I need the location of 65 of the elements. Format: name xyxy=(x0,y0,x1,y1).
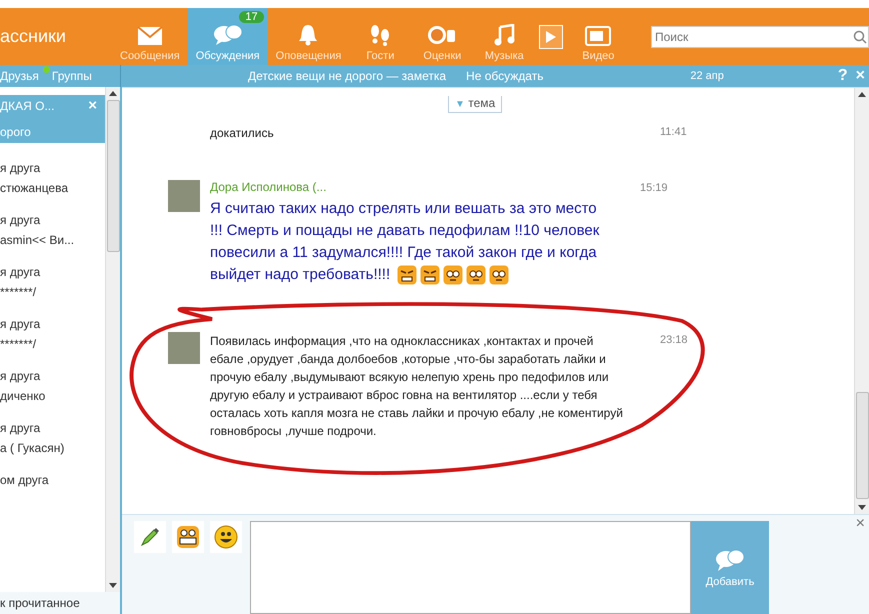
scroll-thumb[interactable] xyxy=(106,100,120,252)
message-time: 11:41 xyxy=(660,126,687,140)
scroll-thumb[interactable] xyxy=(856,392,868,499)
nav-tab[interactable]: Гости xyxy=(349,8,412,65)
music-note-icon xyxy=(493,24,516,46)
play-button[interactable] xyxy=(539,24,564,48)
scroll-up-icon[interactable] xyxy=(858,92,866,97)
conversation-item[interactable]: ДКАЯ О... орого × xyxy=(0,95,105,143)
site-logo[interactable]: ассники xyxy=(0,26,112,47)
conversation-item[interactable]: ом друга xyxy=(0,465,105,517)
rating-icon xyxy=(427,24,458,46)
bell-icon xyxy=(297,24,320,46)
close-button[interactable]: × xyxy=(852,515,869,533)
help-button[interactable]: ? xyxy=(834,67,852,85)
nav-tab[interactable]: Видео xyxy=(567,8,630,65)
conversation-item[interactable]: я друга *******/ xyxy=(0,257,105,309)
close-button[interactable]: × xyxy=(852,67,869,85)
nav-tab[interactable]: Музыка xyxy=(473,8,536,65)
speech-bubbles-icon xyxy=(715,548,745,572)
topic-date: 22 апр xyxy=(690,70,724,82)
grin-emoticon-icon[interactable] xyxy=(172,521,204,553)
conversation-item[interactable]: я друга диченко xyxy=(0,361,105,413)
search-icon[interactable] xyxy=(853,30,867,44)
scrollbar[interactable] xyxy=(854,88,869,514)
count-badge: 17 xyxy=(239,11,264,23)
message-time: 15:19 xyxy=(640,182,668,196)
send-button[interactable]: Добавить xyxy=(691,521,769,614)
groups-link[interactable]: Группы xyxy=(52,69,92,83)
conversation-item[interactable]: я друга asmin<< Ви... xyxy=(0,205,105,257)
friends-link[interactable]: Друзья xyxy=(0,69,39,83)
scrollbar[interactable] xyxy=(105,87,120,592)
search-field[interactable]: Поиск xyxy=(651,26,869,48)
scroll-up-icon[interactable] xyxy=(109,91,117,96)
message-time: 23:18 xyxy=(660,334,688,348)
worried-emoticon-icon xyxy=(443,265,464,286)
conversation-item[interactable]: я друга стюжанцева xyxy=(0,153,105,205)
tv-icon xyxy=(585,26,612,46)
envelope-icon xyxy=(136,26,163,46)
topic-title[interactable]: Детские вещи не дорого — заметка xyxy=(248,69,446,83)
nav-tab[interactable]: Обсуждения 17 xyxy=(188,8,268,65)
mute-link[interactable]: Не обсуждать xyxy=(466,69,544,83)
topic-tab[interactable]: ▼ тема xyxy=(448,96,502,113)
nav-tab[interactable]: Оценки xyxy=(411,8,474,65)
mark-read-link[interactable]: к прочитанное xyxy=(0,592,120,614)
nav-tab[interactable]: Сообщения xyxy=(112,8,188,65)
scroll-down-icon[interactable] xyxy=(109,583,117,588)
smile-emoticon-icon[interactable] xyxy=(210,521,242,553)
pencil-icon[interactable] xyxy=(134,521,166,553)
angry-emoticon-icon xyxy=(420,265,440,286)
nav-tab[interactable]: Оповещения xyxy=(268,8,350,65)
worried-emoticon-icon xyxy=(489,265,510,286)
angry-emoticon-icon xyxy=(397,265,418,286)
scroll-down-icon[interactable] xyxy=(858,505,866,510)
speech-bubbles-icon xyxy=(212,24,243,46)
message-text: докатились xyxy=(210,125,275,142)
worried-emoticon-icon xyxy=(466,265,486,286)
footprints-icon xyxy=(369,24,392,46)
message-text: Появилась информация ,что на одноклассниках ,контактах и прочей ебале ,орудует ,банда долбоебов ,которые ,что-бы заработать лайки и прочую ебалу ,выдумывают всякую нелепую хрень про педофилов или другую ебалу и устраивают вброс говна на вентилятор ....если у тебя осталась хоть капля мозга не ставь лайки и прочую ебалу ,не коментируй говновбросы ,лучше подрочи. xyxy=(210,333,624,440)
author-name[interactable]: Дора Исполинова (... xyxy=(210,180,610,194)
message-text: Я считаю таких надо стрелять или вешать за это место !!! Смерть и пощады не давать педофилам !!10 человек повесили а 11 задумался!!!! Где такой закон где и когда выйдет надо требовать!!!! xyxy=(210,198,610,286)
message-input-field[interactable] xyxy=(250,521,691,614)
close-icon[interactable]: × xyxy=(88,97,97,114)
conversation-item[interactable]: я друга *******/ xyxy=(0,309,105,361)
play-icon xyxy=(545,30,558,44)
conversation-item[interactable]: я друга а ( Гукасян) xyxy=(0,413,105,465)
